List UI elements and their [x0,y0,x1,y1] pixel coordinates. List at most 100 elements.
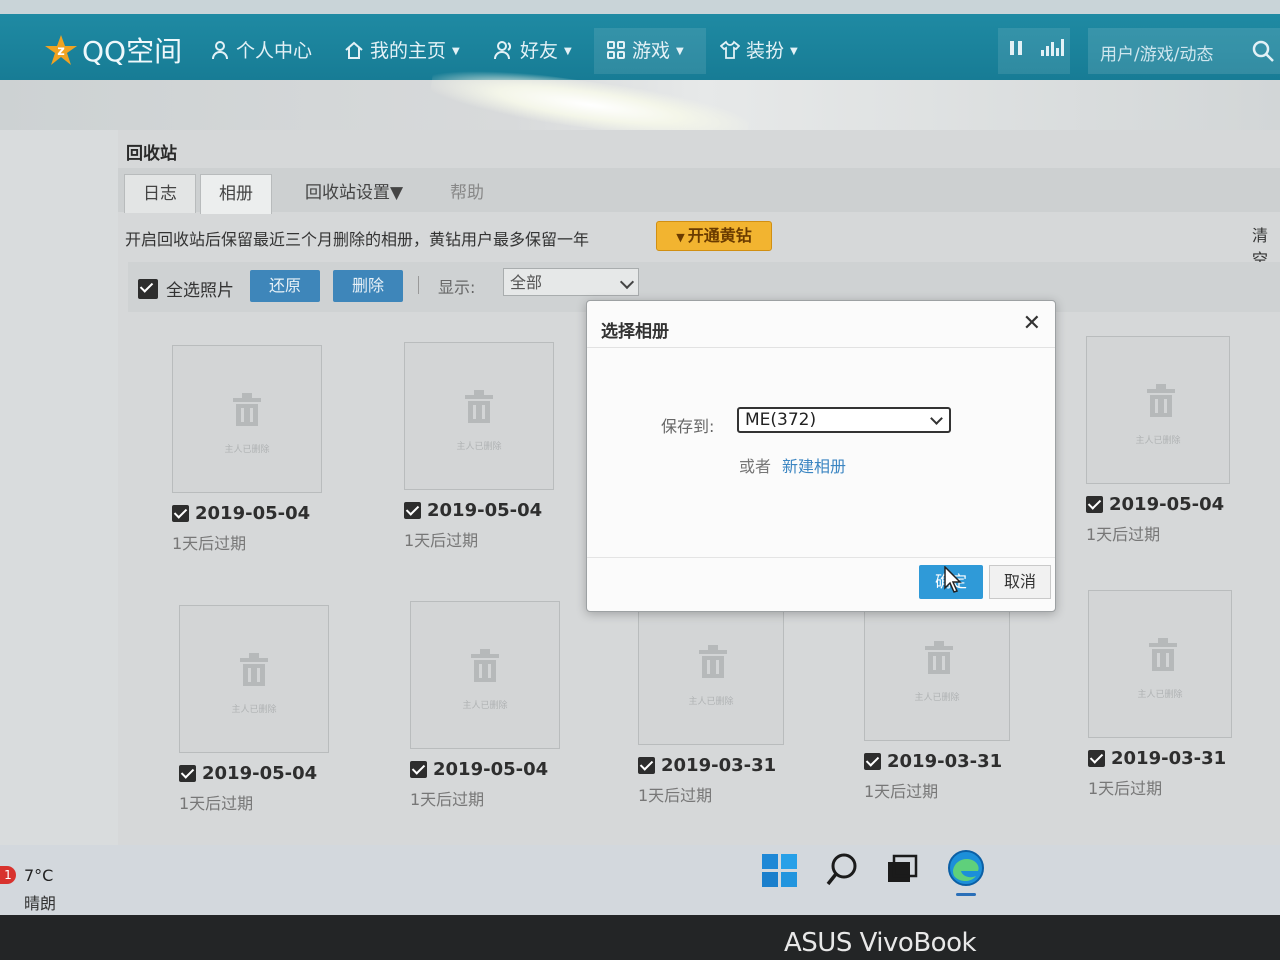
retention-notice: 开启回收站后保留最近三个月删除的相册，黄钻用户最多保留一年 [125,230,590,249]
edge-browser-icon[interactable] [944,846,988,890]
chevron-down-icon: ▼ [452,46,460,57]
qzone-logo[interactable]: z QQ空间 [44,30,182,70]
photo-checkbox[interactable] [1086,496,1103,513]
search-icon[interactable] [1252,40,1274,62]
photo-date: 2019-03-31 [1088,748,1238,769]
save-to-label: 保存到: [661,417,715,436]
photo-card[interactable]: 主人已删除 2019-05-04 1天后过期 [179,605,329,814]
nav-my-homepage[interactable]: 我的主页 ▼ [344,36,460,63]
thumbnail-caption: 主人已删除 [688,697,734,707]
date-text: 2019-03-31 [661,755,777,776]
pause-icon[interactable] [1008,40,1024,56]
photo-date: 2019-03-31 [864,751,1014,772]
photo-checkbox[interactable] [864,753,881,770]
tab-album[interactable]: 相册 [200,174,272,214]
svg-text:z: z [57,44,65,59]
photo-thumbnail[interactable]: 主人已删除 [1086,336,1230,484]
date-text: 2019-05-04 [433,759,549,780]
photo-expiry: 1天后过期 [864,782,939,801]
thumbnail-caption: 主人已删除 [914,693,960,703]
delete-button[interactable]: 删除 [333,270,403,302]
photo-thumbnail[interactable]: 主人已删除 [1088,590,1232,738]
photo-card[interactable]: 主人已删除 2019-03-31 1天后过期 [864,593,1014,802]
nav-personal-center[interactable]: 个人中心 [210,36,312,63]
photo-checkbox[interactable] [179,765,196,782]
photo-expiry: 1天后过期 [638,786,713,805]
select-all-label: 全选照片 [166,281,234,301]
nav-label: 个人中心 [236,40,313,62]
nav-friends[interactable]: 好友 ▼ [494,36,572,63]
tab-help[interactable]: 帮助 [440,174,494,212]
photo-checkbox[interactable] [1088,750,1105,767]
nav-label: 好友 [520,40,559,62]
checkbox-checked[interactable] [138,279,158,299]
open-vip-button[interactable]: ▼ 开通黄钻 [656,221,772,251]
task-view-icon[interactable] [882,850,922,890]
shirt-icon [720,40,740,59]
photo-card[interactable]: 主人已删除 2019-05-04 1天后过期 [410,601,560,810]
photo-card[interactable]: 主人已删除 2019-05-04 1天后过期 [1086,336,1236,545]
search-icon[interactable] [822,850,862,890]
weather-condition[interactable]: 晴朗 [24,890,56,914]
search-placeholder: 用户/游戏/动态 [1100,45,1214,65]
signal-bars-icon[interactable] [1040,38,1064,56]
photo-thumbnail[interactable]: 主人已删除 [172,345,322,493]
person-icon [212,41,228,60]
nav-games[interactable]: 游戏 ▼ [606,36,684,63]
trash-icon [1149,638,1177,671]
photo-thumbnail[interactable]: 主人已删除 [404,342,554,490]
windows-start-icon[interactable] [760,850,800,890]
photo-checkbox[interactable] [410,761,427,778]
date-text: 2019-03-31 [1111,748,1227,769]
tab-recycle-settings[interactable]: 回收站设置▼ [298,174,410,212]
windows-taskbar [0,845,1280,915]
select-album-dialog: 选择相册 ✕ 保存到: ME(372) 或者 新建相册 确定 取消 [586,300,1056,612]
close-icon[interactable]: ✕ [1023,311,1041,336]
date-text: 2019-05-04 [195,503,311,524]
browser-top-strip [0,0,1280,14]
photo-checkbox[interactable] [172,505,189,522]
or-text: 或者 [739,457,772,476]
restore-button[interactable]: 还原 [250,270,320,302]
photo-expiry: 1天后过期 [172,534,247,553]
friends-icon [494,41,512,60]
thumbnail-caption: 主人已删除 [456,442,502,452]
date-text: 2019-05-04 [202,763,318,784]
chevron-down-icon: ▼ [676,46,684,57]
chevron-down-icon [619,274,635,290]
tab-blog[interactable]: 日志 [124,174,196,213]
album-select[interactable]: ME(372) [737,407,951,433]
search-box[interactable]: 用户/游戏/动态 [1088,28,1280,74]
photo-date: 2019-05-04 [172,503,322,524]
home-icon [345,41,363,59]
vip-button-label: 开通黄钻 [687,226,752,245]
display-filter-value: 全部 [510,273,543,292]
photo-card[interactable]: 主人已删除 2019-03-31 1天后过期 [638,597,788,806]
photo-thumbnail[interactable]: 主人已删除 [410,601,560,749]
photo-thumbnail[interactable]: 主人已删除 [179,605,329,753]
weather-temperature[interactable]: 7°C [24,866,53,885]
diamond-icon: ▼ [676,231,685,244]
cancel-button[interactable]: 取消 [989,565,1051,599]
select-all-checkbox[interactable]: 全选照片 [138,276,234,301]
nav-label: 装扮 [746,40,785,62]
photo-expiry: 1天后过期 [179,794,254,813]
logo-text: QQ空间 [82,35,183,68]
photo-checkbox[interactable] [638,757,655,774]
dialog-footer-divider [587,557,1055,558]
display-filter-select[interactable]: 全部 [503,268,639,296]
photo-card[interactable]: 主人已删除 2019-05-04 1天后过期 [172,345,322,554]
thumbnail-caption: 主人已删除 [462,701,508,711]
panel-title: 回收站 [126,144,177,164]
photo-thumbnail[interactable]: 主人已删除 [638,597,784,745]
photo-card[interactable]: 主人已删除 2019-03-31 1天后过期 [1088,590,1238,799]
photo-checkbox[interactable] [404,502,421,519]
laptop-brand: ASUS VivoBook [784,928,977,958]
qzone-star-icon: z [45,35,77,65]
new-album-link[interactable]: 新建相册 [782,453,846,477]
photo-card[interactable]: 主人已删除 2019-05-04 1天后过期 [404,342,554,551]
photo-thumbnail[interactable]: 主人已删除 [864,593,1010,741]
photo-expiry: 1天后过期 [1088,779,1163,798]
nav-decorate[interactable]: 装扮 ▼ [720,36,798,63]
trash-icon [233,393,261,426]
